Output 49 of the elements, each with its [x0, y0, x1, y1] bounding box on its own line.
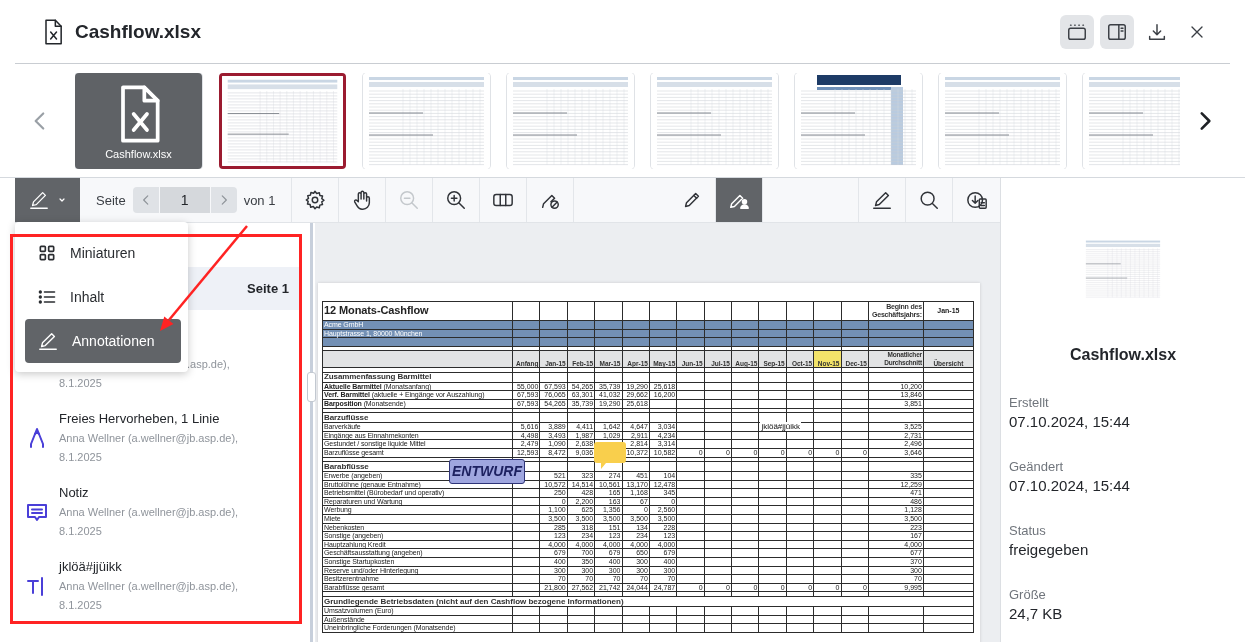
splitter-handle[interactable] [307, 372, 316, 402]
field-label: Größe [1009, 585, 1047, 604]
annotation-date: 8.1.2025 [59, 451, 102, 463]
section-heading: Zusammenfassung Barmittel [322, 372, 513, 383]
annotation-author: Anna Wellner (a.wellner@jb.asp.de), [59, 580, 239, 592]
side-panel-toggle[interactable] [1100, 14, 1134, 49]
annotation-author: Anna Wellner (a.wellner@jb.asp.de), [59, 432, 239, 444]
field-label: Status [1009, 521, 1047, 540]
section-heading: Grundlegende Betriebsdaten (nicht auf den Cashflow bezogene Informationen) [322, 596, 974, 607]
sheet-title: 12 Monats-Cashflow [322, 301, 513, 321]
annotation-item[interactable]: Notiz Anna Wellner (a.wellner@jb.asp.de), 8.1.2025 [15, 479, 300, 553]
page-label: Seite [96, 192, 126, 208]
list-icon [37, 287, 57, 307]
page-thumbnail[interactable] [219, 72, 346, 169]
annotation-item[interactable]: jklöä#jjüikk Anna Wellner (a.wellner@jb.asp.de), 8.1.2025 [15, 553, 300, 627]
note-icon[interactable] [594, 442, 627, 470]
file-name: Cashflow.xlsx [1068, 345, 1178, 364]
menu-item[interactable]: Annotationen [25, 319, 181, 363]
file-thumbnail[interactable]: Cashflow.xlsx [75, 72, 202, 169]
page-thumbnail[interactable] [795, 72, 922, 169]
field-label: Geändert [1009, 457, 1065, 476]
page-input[interactable]: 1 [159, 187, 210, 213]
annotation-date: 8.1.2025 [59, 525, 102, 537]
field-value: 07.10.2024, 15:44 [1009, 411, 1131, 432]
annotation-author: Anna Wellner (a.wellner@jb.asp.de), [59, 506, 239, 518]
menu-item[interactable]: Inhalt [25, 275, 181, 319]
section-heading: Barzuflüsse [322, 412, 513, 423]
field-value: freigegeben [1009, 539, 1090, 560]
grid-icon [37, 243, 57, 263]
field-value: 24,7 KB [1009, 603, 1064, 624]
pencil-person-button[interactable] [716, 178, 764, 222]
filmstrip-toggle[interactable] [1060, 14, 1094, 49]
annotation-title: Freies Hervorheben, 1 Linie [59, 410, 221, 428]
draft-stamp[interactable]: ENTWURF [449, 459, 525, 485]
annotation-author: .asp.de), [187, 358, 230, 370]
file-title: Cashflow.xlsx [75, 20, 202, 43]
field-label: Erstellt [1009, 393, 1050, 412]
annotation-date: 8.1.2025 [59, 599, 102, 611]
annotation-date: 8.1.2025 [59, 377, 102, 389]
menu-item[interactable]: Miniaturen [25, 231, 181, 275]
text-annotation[interactable]: jklöä#jjüikk [760, 422, 802, 432]
annotation-title: jklöä#jjüikk [59, 558, 123, 576]
sidebar-mode-button[interactable] [15, 178, 80, 222]
pencil-line-icon [27, 189, 50, 211]
page-total: von 1 [243, 192, 276, 208]
field-value: 07.10.2024, 15:44 [1009, 475, 1131, 496]
pencil-line-icon [37, 330, 59, 352]
annotation-item[interactable]: Freies Hervorheben, 1 Linie Anna Wellner (a.wellner@jb.asp.de), 8.1.2025 [15, 405, 300, 479]
annotation-title: Notiz [59, 484, 90, 502]
